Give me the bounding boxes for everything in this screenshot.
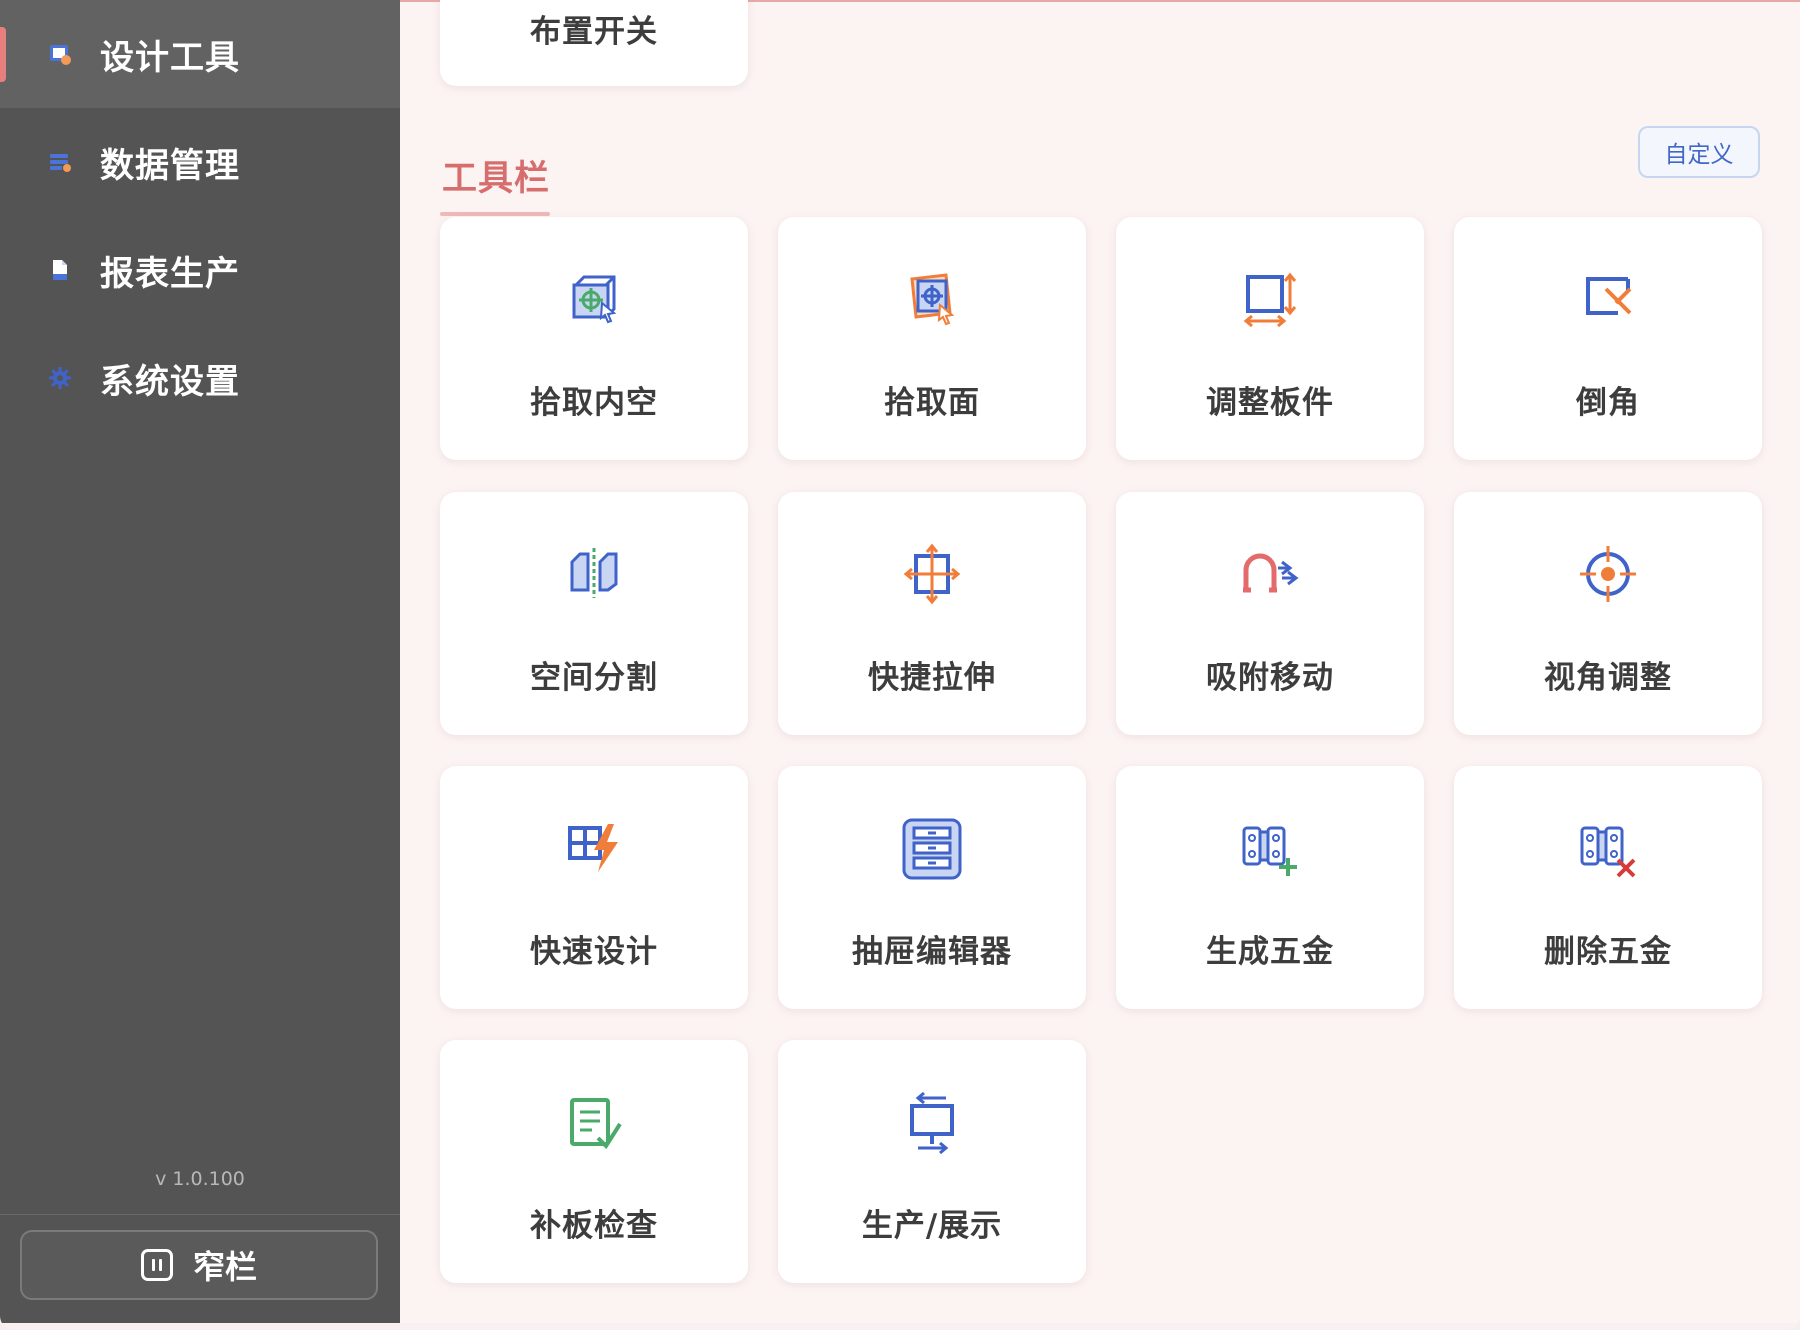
tool-label: 生成五金 (1206, 934, 1334, 970)
view-angle-icon (1454, 542, 1762, 606)
panel-check-icon (440, 1090, 748, 1154)
sidebar-item-data-management[interactable]: 数据管理 (0, 108, 400, 216)
tool-card-chamfer[interactable]: 倒角 (1454, 217, 1762, 460)
tool-card-quick-design[interactable]: 快速设计 (440, 766, 748, 1009)
tool-label: 删除五金 (1544, 934, 1672, 970)
tool-label: 拾取面 (884, 385, 980, 421)
magnet-move-icon (1116, 542, 1424, 606)
tool-label: 倒角 (1576, 385, 1640, 421)
card-label: 布置开关 (530, 14, 658, 50)
tool-card-view-angle[interactable]: 视角调整 (1454, 492, 1762, 735)
tool-card-pick-inner-space[interactable]: 拾取内空 (440, 217, 748, 460)
sidebar-item-label: 设计工具 (100, 37, 240, 78)
section-title: 工具栏 (442, 159, 551, 199)
collapse-sidebar-button[interactable]: 窄栏 (20, 1230, 378, 1300)
delete-hardware-icon (1454, 816, 1762, 880)
quick-stretch-icon (778, 542, 1086, 606)
tool-label: 抽屉编辑器 (852, 934, 1012, 970)
tool-label: 视角调整 (1544, 660, 1672, 696)
gear-icon (46, 364, 74, 392)
sidebar-item-label: 系统设置 (100, 361, 240, 402)
pause-icon (140, 1249, 173, 1281)
pick-face-icon (778, 267, 1086, 331)
pick-inner-space-icon (440, 267, 748, 331)
tool-label: 快捷拉伸 (868, 660, 996, 696)
drawer-editor-icon (778, 816, 1086, 880)
tool-card-delete-hardware[interactable]: 删除五金 (1454, 766, 1762, 1009)
report-document-icon (46, 256, 74, 284)
generate-hardware-icon (1116, 816, 1424, 880)
sidebar: 设计工具 数据管理 报表生产 系统设置 v 1.0.100 窄栏 (0, 0, 400, 1323)
production-display-icon (778, 1090, 1086, 1154)
tool-label: 调整板件 (1206, 385, 1334, 421)
quick-design-icon (440, 816, 748, 880)
tool-card-panel-check[interactable]: 补板检查 (440, 1040, 748, 1283)
tool-label: 拾取内空 (530, 385, 658, 421)
tool-card-quick-stretch[interactable]: 快捷拉伸 (778, 492, 1086, 735)
section-title-underline (440, 212, 550, 216)
tool-label: 补板检查 (530, 1208, 658, 1244)
sidebar-item-report-production[interactable]: 报表生产 (0, 216, 400, 324)
tool-card-pick-face[interactable]: 拾取面 (778, 217, 1086, 460)
collapse-label: 窄栏 (192, 1248, 257, 1286)
tool-label: 生产/展示 (861, 1208, 1003, 1244)
sidebar-item-label: 报表生产 (100, 253, 240, 294)
tool-card-space-split[interactable]: 空间分割 (440, 492, 748, 735)
tool-label: 空间分割 (530, 660, 658, 696)
data-management-icon (46, 148, 74, 176)
sidebar-item-design-tools[interactable]: 设计工具 (0, 0, 400, 108)
sidebar-item-system-settings[interactable]: 系统设置 (0, 324, 400, 432)
tool-card-adjust-panel[interactable]: 调整板件 (1116, 217, 1424, 460)
customize-button[interactable]: 自定义 (1638, 126, 1760, 178)
sidebar-divider (0, 1214, 400, 1215)
tool-card-production-display[interactable]: 生产/展示 (778, 1040, 1086, 1283)
tool-card-magnet-move[interactable]: 吸附移动 (1116, 492, 1424, 735)
layout-switch-card[interactable]: 布置开关 (440, 0, 748, 86)
sidebar-item-label: 数据管理 (100, 145, 240, 186)
chamfer-icon (1454, 267, 1762, 331)
tool-card-generate-hardware[interactable]: 生成五金 (1116, 766, 1424, 1009)
tool-card-drawer-editor[interactable]: 抽屉编辑器 (778, 766, 1086, 1009)
space-split-icon (440, 542, 748, 606)
design-tool-icon (46, 40, 74, 68)
app-window: 设计工具 数据管理 报表生产 系统设置 v 1.0.100 窄栏 布置开关 工具… (0, 0, 1800, 1330)
version-label: v 1.0.100 (155, 1168, 245, 1190)
main-content: 布置开关 工具栏 自定义 拾取内空 拾取面 调整板件 倒角 空间分割 快捷拉伸 … (400, 0, 1800, 1323)
adjust-panel-icon (1116, 267, 1424, 331)
tool-label: 快速设计 (530, 934, 658, 970)
tool-label: 吸附移动 (1206, 660, 1334, 696)
